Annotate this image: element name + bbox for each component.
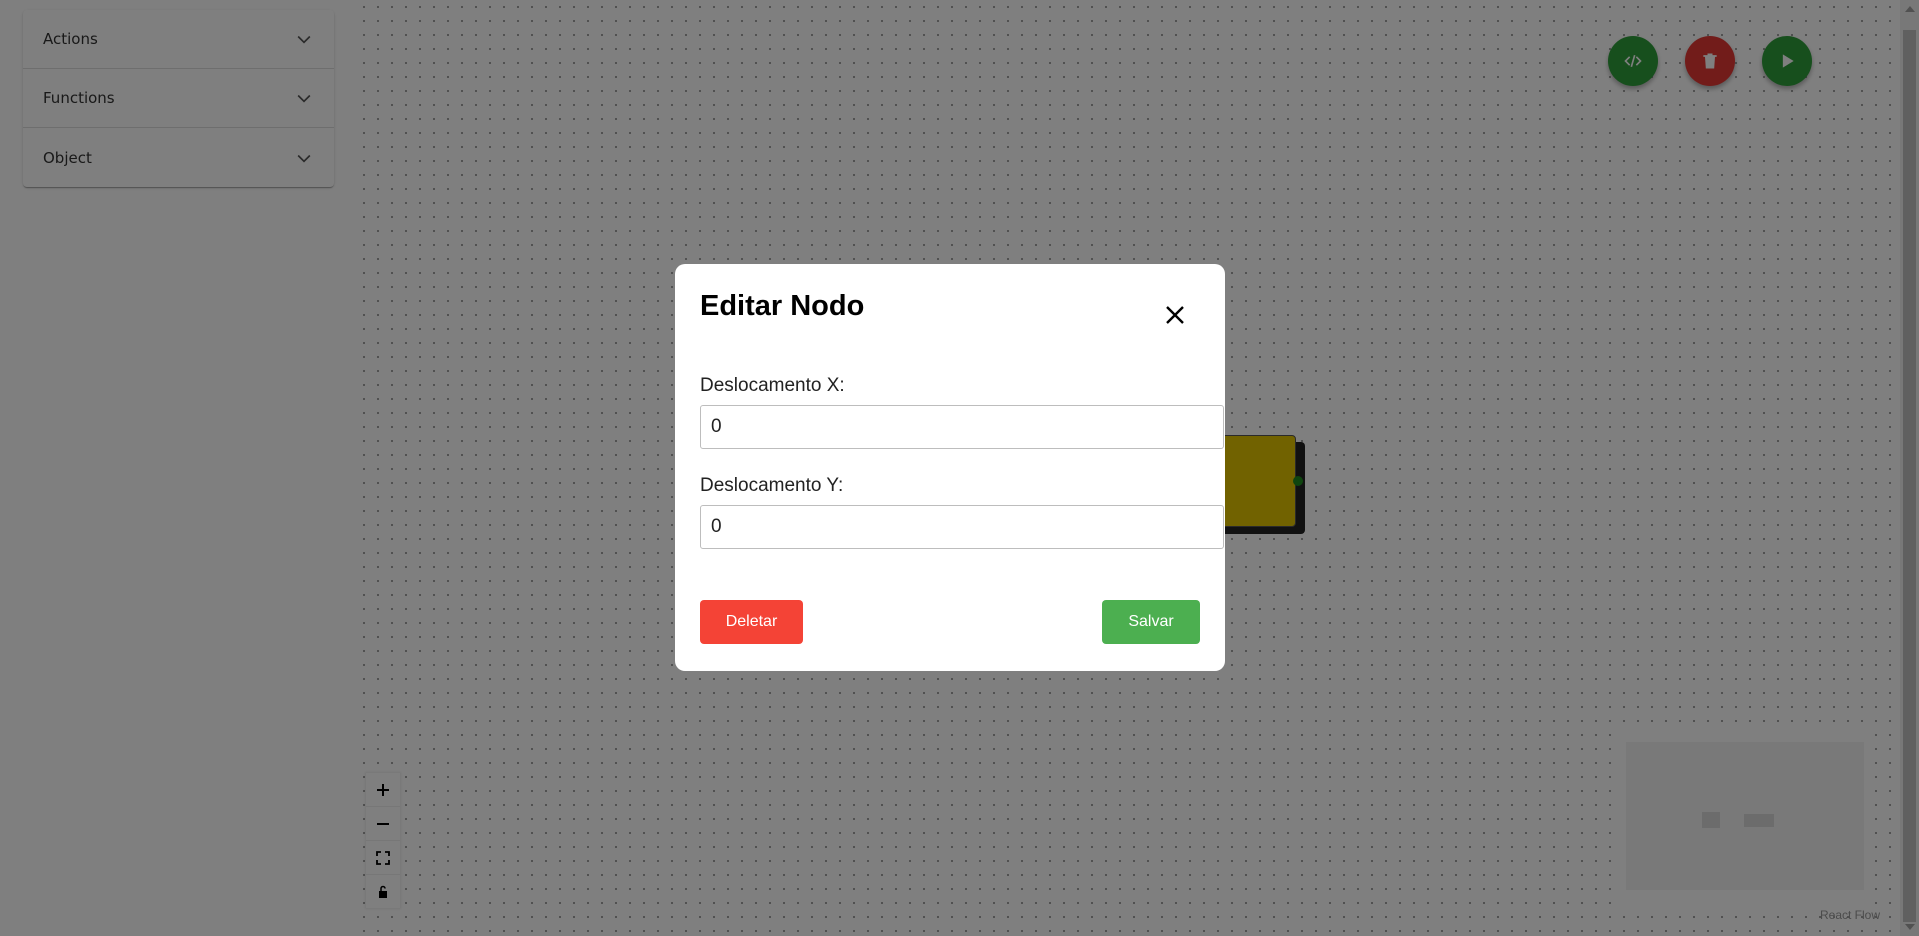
close-button[interactable] [1164, 304, 1192, 332]
edit-node-modal: Editar Nodo Deslocamento X: Deslocamento… [675, 264, 1225, 671]
modal-title: Editar Nodo [700, 290, 865, 322]
offset-x-input[interactable] [700, 405, 1224, 449]
offset-y-label: Deslocamento Y: [700, 475, 844, 496]
delete-button[interactable]: Deletar [700, 600, 803, 644]
save-button[interactable]: Salvar [1102, 600, 1200, 644]
close-icon [1166, 306, 1184, 324]
offset-y-input[interactable] [700, 505, 1224, 549]
offset-x-label: Deslocamento X: [700, 375, 845, 396]
